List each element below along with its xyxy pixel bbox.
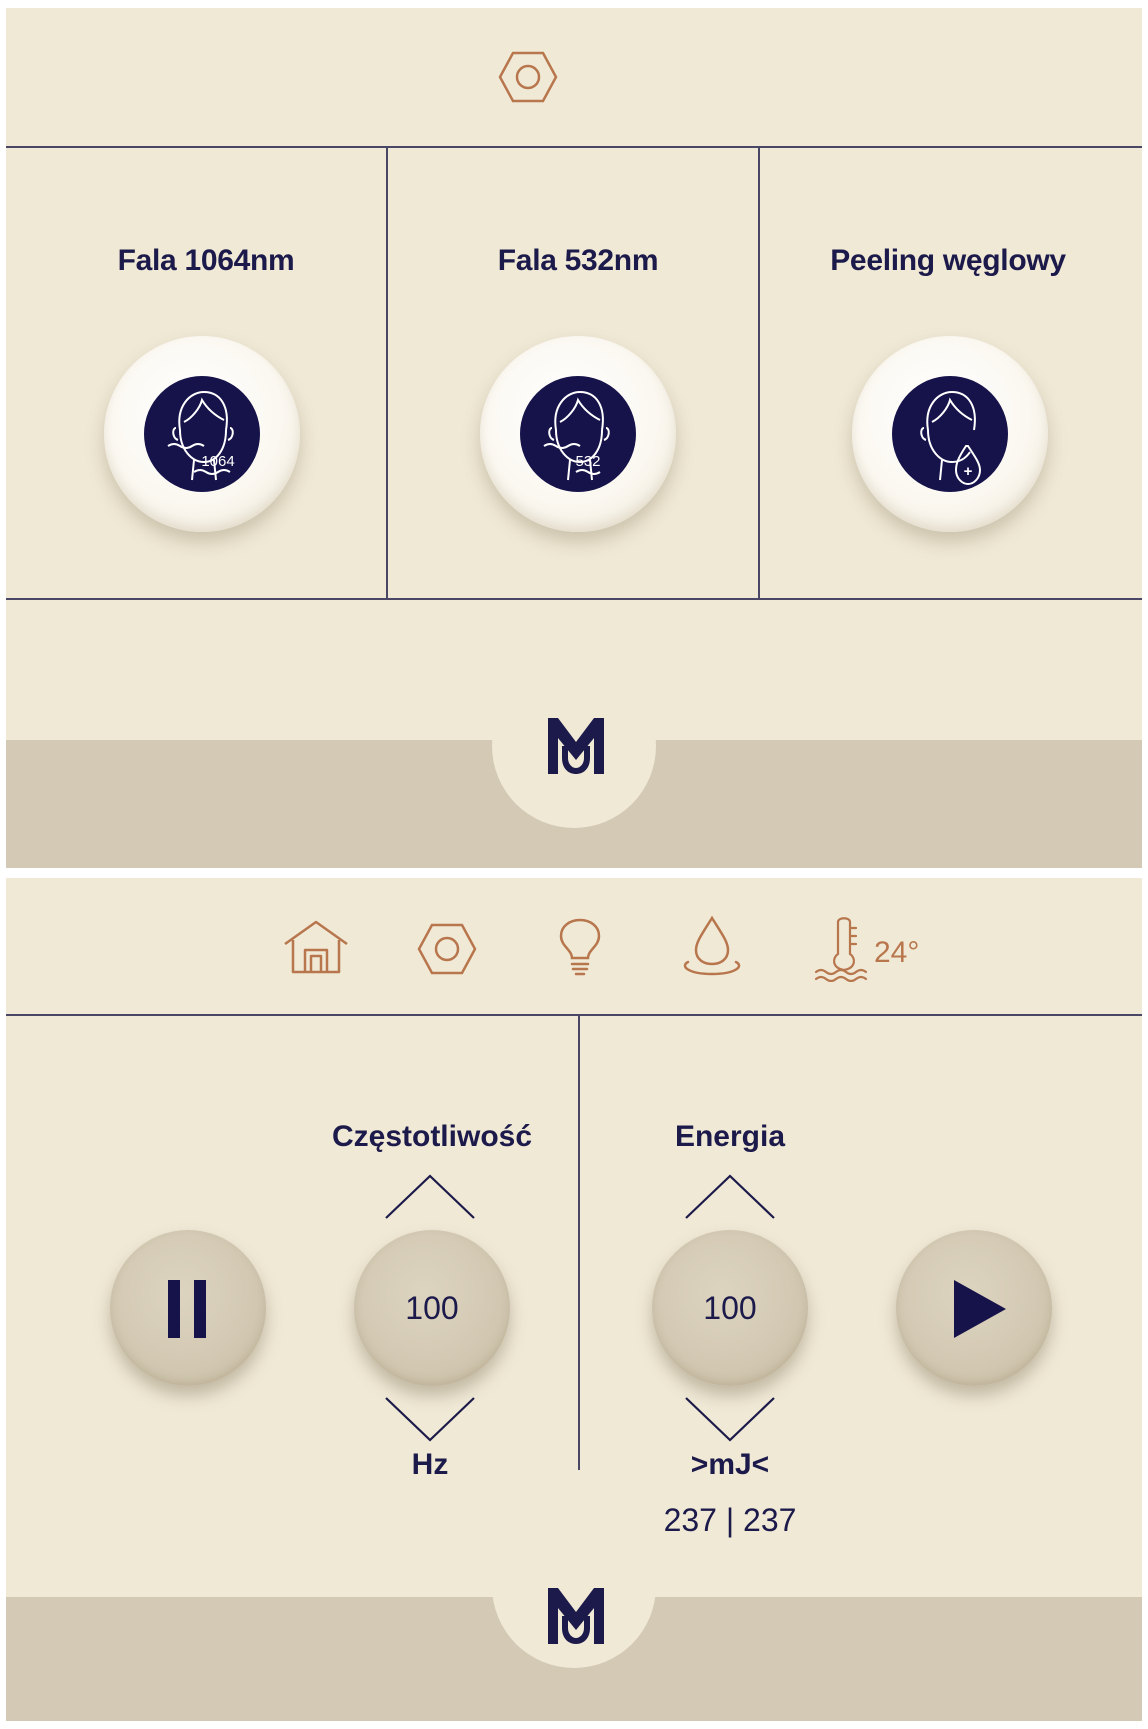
lightbulb-icon[interactable] <box>558 918 602 985</box>
pulse-counter: 237 | 237 <box>663 1502 797 1538</box>
mode-title-532: Fala 532nm <box>497 244 659 277</box>
face-drop-plus-icon: + <box>892 376 1008 492</box>
MU-logo <box>542 714 610 785</box>
mode-title-1064: Fala 1064nm <box>117 244 295 277</box>
divider <box>6 598 1142 600</box>
energy-value-display[interactable]: 100 <box>652 1230 808 1386</box>
mode-button-1064[interactable]: 1064 <box>104 336 300 532</box>
mode-button-532[interactable]: 532 <box>480 336 676 532</box>
divider <box>578 1016 580 1470</box>
MU-logo <box>542 1584 610 1655</box>
water-drop-icon[interactable] <box>678 914 746 983</box>
svg-text:532: 532 <box>575 453 600 470</box>
hexagon-nut-icon[interactable] <box>498 50 558 109</box>
pause-icon <box>168 1280 206 1338</box>
frequency-up-button[interactable] <box>382 1172 478 1227</box>
face-wave-1064-icon: 1064 <box>144 376 260 492</box>
temperature-readout: 24° <box>874 936 920 969</box>
treatment-control-screen: 24° Częstotliwość 100 Hz Energia 100 >mJ… <box>6 878 1142 1721</box>
frequency-value: 100 <box>405 1290 459 1326</box>
energy-up-button[interactable] <box>682 1172 778 1227</box>
energy-down-button[interactable] <box>682 1394 778 1449</box>
divider <box>386 146 388 600</box>
face-wave-532-icon: 532 <box>520 376 636 492</box>
thermometer-icon <box>814 914 874 987</box>
divider <box>758 146 760 600</box>
hexagon-nut-icon[interactable] <box>417 922 477 981</box>
mode-button-peeling[interactable]: + <box>852 336 1048 532</box>
mode-title-peeling: Peeling węglowy <box>830 244 1066 277</box>
energy-unit: >mJ< <box>690 1448 770 1481</box>
play-button[interactable] <box>896 1230 1052 1386</box>
frequency-value-display[interactable]: 100 <box>354 1230 510 1386</box>
frequency-unit: Hz <box>411 1448 449 1481</box>
play-icon <box>954 1280 1006 1338</box>
frequency-label: Częstotliwość <box>331 1120 533 1153</box>
home-icon[interactable] <box>281 918 351 981</box>
divider <box>6 1014 1142 1016</box>
divider <box>6 146 1142 148</box>
pause-button[interactable] <box>110 1230 266 1386</box>
svg-text:+: + <box>964 463 973 480</box>
frequency-down-button[interactable] <box>382 1394 478 1449</box>
energy-value: 100 <box>703 1290 757 1326</box>
mode-selection-screen: Fala 1064nm 1064 Fala 532nm 532 Peeling … <box>6 8 1142 868</box>
svg-text:1064: 1064 <box>201 453 234 470</box>
energy-label: Energia <box>674 1120 786 1153</box>
